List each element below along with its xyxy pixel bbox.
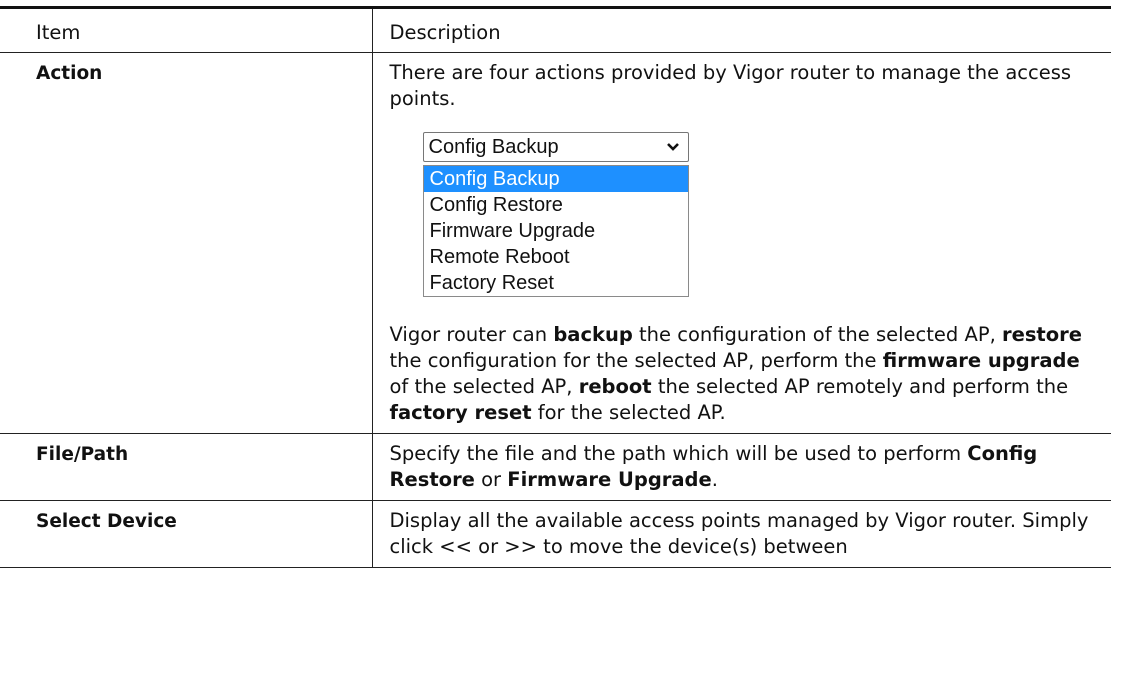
action-select[interactable]: Config Backup bbox=[422, 132, 689, 162]
row-item-action: Action bbox=[0, 52, 372, 434]
row-description-select-device: Display all the available access points … bbox=[371, 500, 1111, 568]
option-remote-reboot[interactable]: Remote Reboot bbox=[424, 244, 688, 270]
action-intro-text: There are four actions provided by Vigor… bbox=[389, 61, 1072, 110]
option-config-backup[interactable]: Config Backup bbox=[423, 166, 688, 192]
table-row: Action There are four actions provided b… bbox=[0, 52, 1111, 434]
option-factory-reset[interactable]: Factory Reset bbox=[424, 270, 688, 296]
chevron-down-icon bbox=[666, 143, 679, 151]
description-table: Item Description Action There are four a… bbox=[0, 6, 1111, 568]
select-device-text: Display all the available access points … bbox=[389, 509, 1089, 558]
action-dropdown-illustration: Config Backup Config Backup Config Resto… bbox=[422, 132, 713, 322]
table-row: File/Path Specify the file and the path … bbox=[0, 433, 1111, 501]
item-column-header: Item bbox=[0, 7, 372, 53]
row-description-action: There are four actions provided by Vigor… bbox=[371, 52, 1111, 434]
action-options-list: Config Backup Config Restore Firmware Up… bbox=[422, 165, 689, 297]
row-item-file-path: File/Path bbox=[0, 433, 372, 501]
description-column-header: Description bbox=[371, 7, 1111, 53]
option-firmware-upgrade[interactable]: Firmware Upgrade bbox=[424, 218, 688, 244]
table-row: Select Device Display all the available … bbox=[0, 500, 1111, 568]
table-header-row: Item Description bbox=[0, 7, 1111, 53]
action-select-value: Config Backup bbox=[428, 136, 559, 158]
option-config-restore[interactable]: Config Restore bbox=[424, 192, 688, 218]
action-detail-text: Vigor router can backup the configuratio… bbox=[389, 323, 1083, 424]
row-description-file-path: Specify the file and the path which will… bbox=[371, 433, 1111, 501]
file-path-text: Specify the file and the path which will… bbox=[389, 442, 1038, 491]
row-item-select-device: Select Device bbox=[0, 500, 372, 568]
